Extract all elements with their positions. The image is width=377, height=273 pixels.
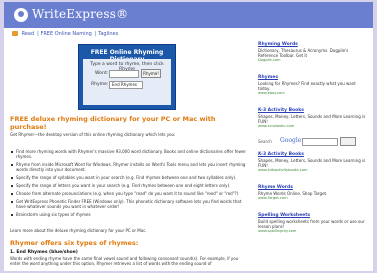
ad-url[interactable]: www.scholastic.com [258, 124, 368, 129]
search-button[interactable] [340, 137, 356, 146]
rhyme-type-select[interactable]: End Rhymes [109, 81, 143, 89]
ad-url[interactable]: www.Target.com [258, 196, 368, 201]
ad-url[interactable]: www.ebay.com [258, 91, 368, 96]
ad-text: Build spelling worksheets from your word… [258, 219, 365, 229]
ads-column: Rhyming Words Dictionary, Thesaurus & Ac… [258, 42, 368, 141]
ad-text: Looking for Rhymes? Find exactly what yo… [258, 81, 356, 91]
search-label: Search [258, 139, 272, 144]
feature-item: Brainstorm using six types of rhymes [10, 212, 250, 217]
ad-text: Shapes, Money, Letters, Sounds and More … [258, 114, 366, 124]
header: WriteExpress® [4, 2, 373, 28]
feature-list: Find more rhyming words with Rhymer's ma… [10, 149, 250, 220]
section-title: Rhymer offers six types of rhymes: [10, 239, 139, 247]
ad-item[interactable]: Rhyme Words Rhyme Words Online. Shop Tar… [258, 185, 368, 201]
word-input[interactable] [109, 70, 139, 78]
ad-item[interactable]: Rhymes Looking for Rhymes? Find exactly … [258, 75, 368, 96]
ad-text: Shapes, Money, Letters, Sounds and More … [258, 158, 366, 168]
word-label: Word: [95, 71, 109, 76]
rhyme-tool-form: Type a word to rhyme, then click Rhyme W… [83, 59, 171, 105]
section-desc: Words with ending rhyme have the same fi… [10, 256, 239, 266]
nav-item-naming[interactable]: FREE Online Naming [40, 31, 91, 37]
logo-icon [14, 8, 28, 22]
ad-url[interactable]: www.spellingcity.com [258, 229, 368, 234]
ad-item[interactable]: K-3 Activity Books Shapes, Money, Letter… [258, 108, 368, 129]
promo-title: FREE deluxe rhyming dictionary for your … [10, 115, 216, 131]
ad-item[interactable]: K-3 Activity Books Shapes, Money, Letter… [258, 152, 368, 173]
nav-item-read[interactable]: Read [22, 31, 35, 37]
feature-item: Rhyme from inside Microsoft Word for Win… [10, 162, 250, 172]
nav-item-taglines[interactable]: Taglines [98, 31, 118, 37]
home-icon[interactable] [12, 31, 18, 36]
ad-text: Dictionary, Thesaurus & Acronyms. Dogpil… [258, 48, 349, 58]
page: WriteExpress® Read | FREE Online Naming | … [4, 2, 373, 271]
rhymes-label: Rhyme: [91, 82, 109, 87]
rhyme-tool-panel: FREE Online Rhyming Dictionary Type a wo… [78, 44, 176, 110]
feature-item: Specify the range of syllables you want … [10, 175, 250, 180]
feature-item: Specify the range of letters you want in… [10, 183, 250, 188]
ad-item[interactable]: Spelling Worksheets Build spelling works… [258, 213, 368, 234]
google-logo: Google [280, 137, 302, 144]
learn-more-link[interactable]: Learn more about the deluxe rhyming dict… [10, 228, 147, 233]
search-input[interactable] [302, 138, 338, 146]
ads-column-2: K-3 Activity Books Shapes, Money, Letter… [258, 152, 368, 246]
ad-url[interactable]: www.kidsactivitybooks.com [258, 168, 368, 173]
feature-item: Get WritExpress Phonetic Finder FREE (Wi… [10, 199, 250, 209]
nav-breadcrumb: Read | FREE Online Naming | Taglines [12, 31, 121, 37]
google-search: Search Google [258, 137, 368, 147]
feature-item: Find more rhyming words with Rhymer's ma… [10, 149, 250, 159]
rhyme-button[interactable]: Rhyme! [141, 69, 161, 78]
section-subtitle: 1. End Rhymes (blue/shoe) [10, 250, 78, 255]
site-logo[interactable]: WriteExpress® [32, 7, 128, 21]
ad-url[interactable]: Dogpile.com [258, 58, 368, 63]
ad-item[interactable]: Rhyming Words Dictionary, Thesaurus & Ac… [258, 42, 368, 63]
browser-frame: WriteExpress® Read | FREE Online Naming | … [0, 0, 377, 273]
logo-text: WriteExpress [32, 7, 117, 21]
feature-item: Choose from alternate pronunciations (e.… [10, 191, 250, 196]
logo-reg: ® [116, 7, 129, 21]
promo-desc: Get Rhymer—the desktop version of this o… [10, 132, 176, 137]
